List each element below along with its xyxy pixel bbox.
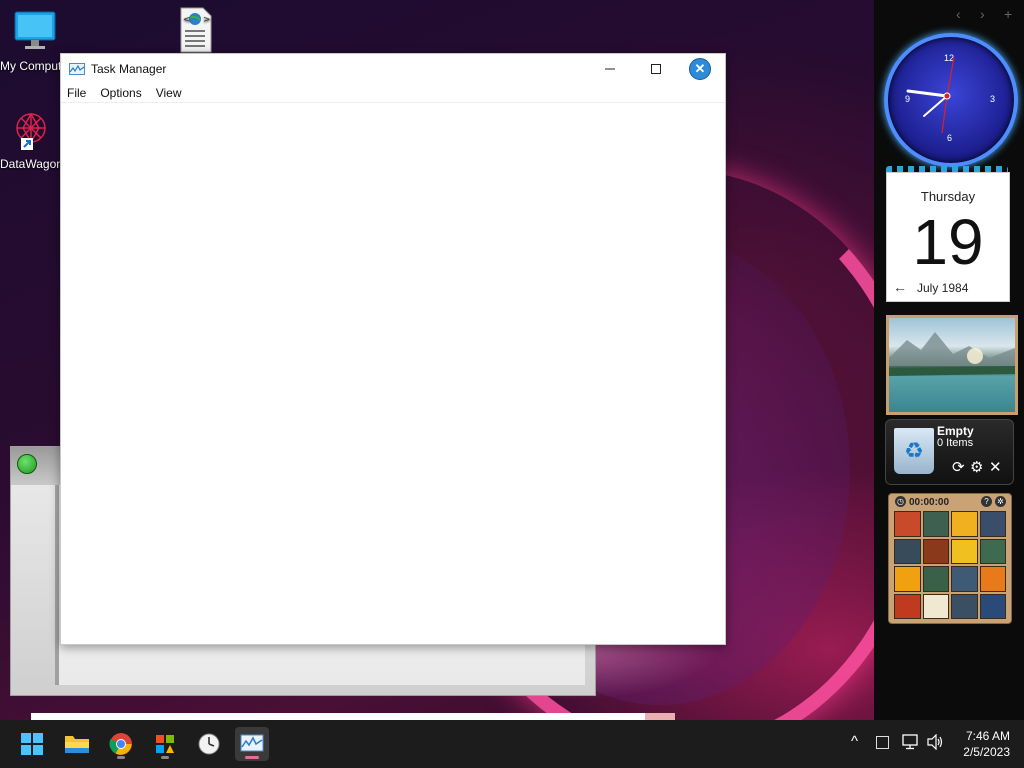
sidebar-prev-button[interactable]: ‹ bbox=[956, 6, 961, 22]
puzzle-tile[interactable] bbox=[894, 511, 921, 537]
svg-text:>: > bbox=[203, 15, 211, 25]
store-app-button[interactable] bbox=[148, 727, 182, 761]
datawagon-shortcut-icon bbox=[16, 112, 46, 150]
task-manager-icon bbox=[240, 734, 264, 752]
start-button[interactable] bbox=[15, 727, 49, 761]
puzzle-timer: 00:00:00 bbox=[909, 497, 950, 508]
tray-app-icon[interactable] bbox=[876, 736, 889, 749]
puzzle-tile[interactable] bbox=[979, 511, 1006, 537]
task-manager-app-icon bbox=[69, 63, 85, 75]
close-icon[interactable]: ✕ bbox=[989, 458, 1002, 476]
sidebar-next-button[interactable]: › bbox=[980, 6, 985, 22]
refresh-icon[interactable]: ⟳ bbox=[952, 458, 965, 476]
maximize-icon bbox=[651, 64, 661, 74]
store-icon bbox=[156, 735, 174, 753]
volume-icon[interactable] bbox=[927, 734, 945, 750]
minimize-button[interactable] bbox=[588, 54, 632, 84]
html-document-icon: < > bbox=[180, 7, 212, 53]
task-manager-window[interactable]: Task Manager ✕ File Options View bbox=[60, 53, 726, 645]
tray-overflow-chevron-icon[interactable]: ^ bbox=[851, 733, 858, 750]
recycle-bin-icon: ♻ bbox=[894, 428, 934, 474]
puzzle-tile[interactable] bbox=[894, 538, 921, 564]
puzzle-tile[interactable] bbox=[894, 593, 921, 619]
puzzle-tile[interactable] bbox=[951, 511, 978, 537]
active-indicator bbox=[245, 756, 259, 759]
calendar-month-year: July 1984 bbox=[917, 281, 969, 295]
puzzle-tile[interactable] bbox=[979, 538, 1006, 564]
clock-gadget[interactable]: 12 3 6 9 bbox=[884, 33, 1018, 167]
puzzle-help-icon[interactable]: ? bbox=[981, 496, 992, 507]
task-manager-titlebar[interactable]: Task Manager ✕ bbox=[61, 54, 725, 84]
task-manager-taskbar-button[interactable] bbox=[235, 727, 269, 761]
puzzle-tile[interactable] bbox=[922, 593, 949, 619]
menu-options[interactable]: Options bbox=[100, 86, 141, 100]
calendar-gadget[interactable]: Thursday 19 ← July 1984 bbox=[886, 172, 1010, 302]
puzzle-tile[interactable] bbox=[979, 566, 1006, 592]
settings-gear-icon[interactable]: ⚙ bbox=[970, 458, 983, 476]
maximize-button[interactable] bbox=[634, 54, 678, 84]
window-title: Task Manager bbox=[91, 62, 167, 76]
task-manager-content bbox=[61, 104, 725, 644]
puzzle-tile[interactable] bbox=[922, 538, 949, 564]
green-status-icon bbox=[17, 454, 37, 474]
desktop-icon-datawagon[interactable]: DataWagon bbox=[0, 106, 62, 171]
network-icon[interactable] bbox=[902, 734, 920, 750]
puzzle-tile[interactable] bbox=[894, 566, 921, 592]
puzzle-tile[interactable] bbox=[979, 593, 1006, 619]
desktop-icon-label: DataWagon bbox=[0, 157, 62, 171]
puzzle-tile[interactable] bbox=[922, 511, 949, 537]
running-indicator bbox=[117, 756, 125, 759]
puzzle-tile[interactable] bbox=[951, 593, 978, 619]
puzzle-clock-icon[interactable]: ◷ bbox=[895, 496, 906, 507]
file-explorer-button[interactable] bbox=[60, 727, 94, 761]
calendar-back-arrow-icon[interactable]: ← bbox=[893, 279, 907, 295]
puzzle-settings-icon[interactable]: ✲ bbox=[995, 496, 1006, 507]
sidebar-add-button[interactable]: + bbox=[1004, 6, 1012, 22]
minimize-icon bbox=[605, 68, 615, 70]
photo-gadget[interactable] bbox=[886, 315, 1018, 415]
puzzle-tile[interactable] bbox=[951, 538, 978, 564]
calendar-weekday: Thursday bbox=[920, 189, 976, 204]
svg-text:<: < bbox=[183, 15, 191, 25]
clock-app-button[interactable] bbox=[192, 727, 226, 761]
chrome-icon bbox=[109, 733, 132, 755]
menu-view[interactable]: View bbox=[156, 86, 182, 100]
clock-icon bbox=[198, 733, 220, 755]
desktop-icon-html-document[interactable]: < > bbox=[172, 6, 218, 57]
menu-file[interactable]: File bbox=[67, 86, 86, 100]
windows-logo-icon bbox=[21, 733, 43, 755]
puzzle-tile[interactable] bbox=[922, 566, 949, 592]
clock-hands bbox=[906, 56, 955, 134]
taskbar-clock-time[interactable]: 7:46 AM bbox=[958, 729, 1010, 743]
taskbar-clock-date[interactable]: 2/5/2023 bbox=[954, 745, 1010, 759]
folder-icon bbox=[65, 736, 89, 753]
calendar-day-number: 19 bbox=[912, 206, 984, 278]
recycle-bin-gadget[interactable]: ♻ Empty 0 Items ⟳ ⚙ ✕ bbox=[885, 419, 1014, 485]
running-indicator bbox=[161, 756, 169, 759]
monitor-icon bbox=[14, 11, 56, 49]
menu-bar: File Options View bbox=[61, 84, 725, 103]
puzzle-gadget[interactable]: ◷ 00:00:00 ? ✲ bbox=[888, 493, 1012, 624]
chrome-button[interactable] bbox=[104, 727, 138, 761]
recycle-bin-status: Empty bbox=[937, 424, 974, 438]
close-button[interactable]: ✕ bbox=[678, 54, 722, 84]
puzzle-grid bbox=[894, 511, 1006, 619]
close-icon: ✕ bbox=[689, 58, 711, 80]
puzzle-tile[interactable] bbox=[951, 566, 978, 592]
recycle-bin-count: 0 Items bbox=[937, 437, 974, 449]
landscape-photo bbox=[889, 332, 1015, 376]
taskbar: ^ 7:46 AM 2/5/2023 bbox=[0, 720, 1024, 768]
